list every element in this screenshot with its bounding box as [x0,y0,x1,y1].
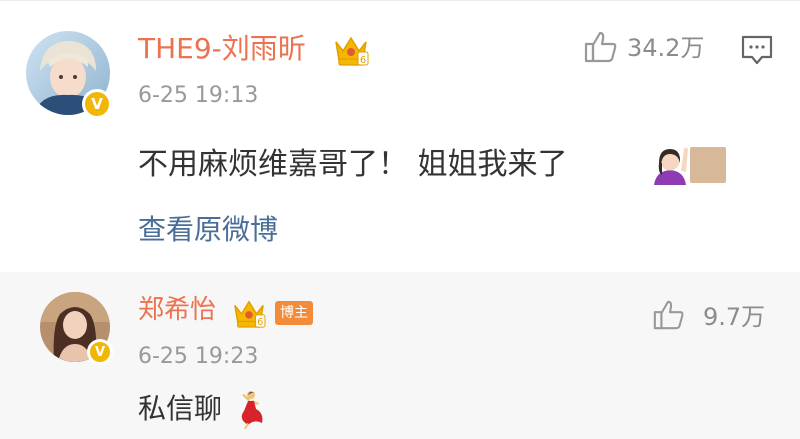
reply-like-count: 9.7万 [703,303,766,331]
verified-v-icon: V [82,89,112,119]
comment-text: 不用麻烦维嘉哥了！ 姐姐我来了 [138,147,568,182]
comment-card: V THE9-刘雨昕 6 6-25 19:13 34.2万 不用麻烦维嘉哥了！ … [0,0,800,272]
thumbs-up-icon[interactable] [583,29,619,65]
comment-username[interactable]: THE9-刘雨昕 [138,29,306,69]
reply-card: V 郑希怡 6 博主 6-25 19:23 9.7万 私信聊 [0,272,800,439]
svg-text:6: 6 [257,317,263,328]
thumbs-up-icon[interactable] [652,298,686,332]
crown-icon: 6 [333,33,369,67]
like-count: 34.2万 [627,34,705,62]
dancer-emoji [234,389,266,429]
reply-username[interactable]: 郑希怡 [138,292,216,328]
reply-avatar[interactable]: V [40,292,113,365]
blogger-tag: 博主 [275,301,313,325]
comment-time: 6-25 19:13 [138,83,259,108]
woman-raising-hand-emoji [650,143,690,185]
verified-v-icon: V [87,339,113,365]
weibo-comment-thread: V THE9-刘雨昕 6 6-25 19:13 34.2万 不用麻烦维嘉哥了！ … [0,0,800,439]
comment-bubble-icon[interactable] [740,34,774,66]
reply-text: 私信聊 [138,392,223,425]
view-original-post-link[interactable]: 查看原微博 [138,210,278,250]
reply-time: 6-25 19:23 [138,344,259,369]
svg-text:6: 6 [360,55,366,66]
skin-tone-modifier [690,147,726,183]
avatar[interactable]: V [26,31,112,119]
crown-icon: 6 [232,297,266,329]
